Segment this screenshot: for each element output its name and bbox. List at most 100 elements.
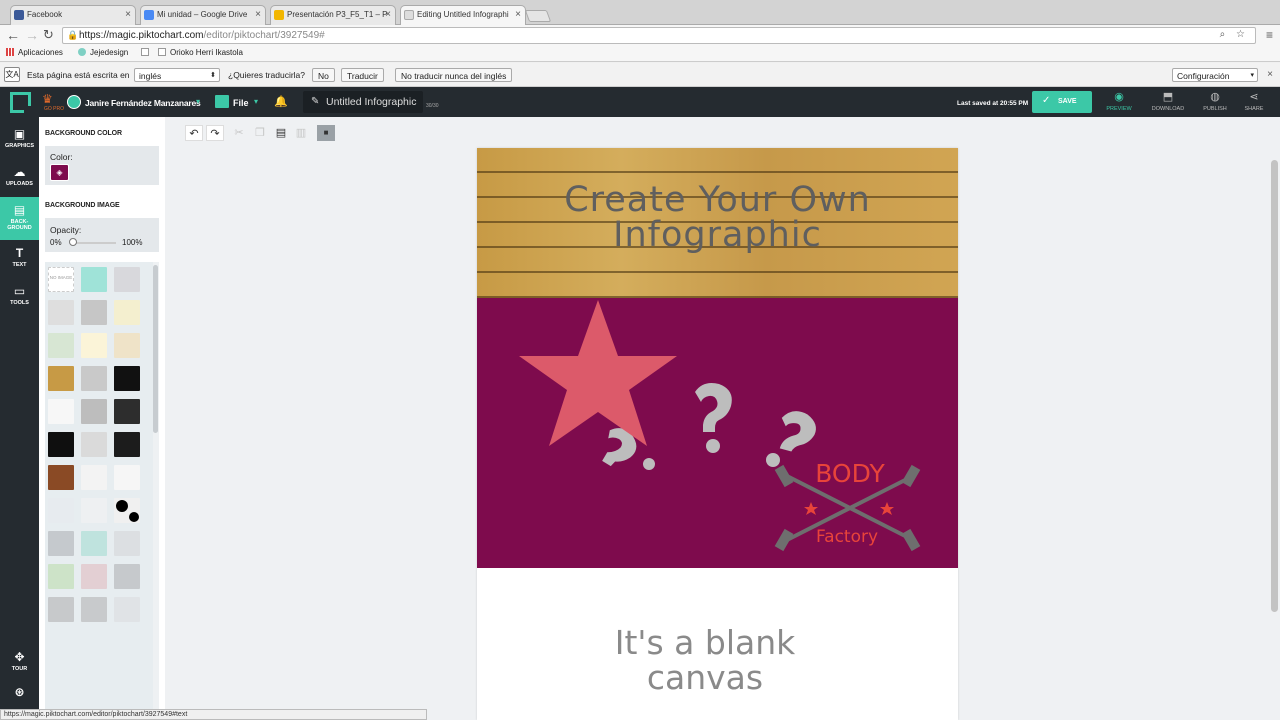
background-thumbnail[interactable] <box>48 432 74 457</box>
nav-tour[interactable]: ✥ TOUR <box>0 644 39 682</box>
background-thumbnail[interactable] <box>81 267 107 292</box>
close-icon[interactable]: × <box>385 9 391 20</box>
browser-tab-drive[interactable]: Mi unidad – Google Drive × <box>140 5 266 25</box>
chevron-down-icon[interactable]: ▾ <box>196 97 200 106</box>
redo-icon[interactable]: ↷ <box>206 125 224 141</box>
nav-background[interactable]: ▤ BACK- GROUND <box>0 197 44 240</box>
background-thumbnail[interactable] <box>48 333 74 358</box>
document-title[interactable]: Untitled Infographic <box>326 96 416 108</box>
go-pro-badge[interactable]: GO PRO <box>44 106 64 112</box>
background-thumbnail[interactable] <box>114 498 140 523</box>
search-icon[interactable]: ⌕ ☆ <box>1220 29 1249 40</box>
infographic-title[interactable]: Create Your Own Infographic <box>477 183 958 253</box>
avatar[interactable] <box>67 95 81 109</box>
color-swatch[interactable]: ◈ <box>50 164 69 181</box>
chrome-menu-icon[interactable]: ≡ <box>1266 28 1273 42</box>
publish-button[interactable]: ◍ PUBLISH <box>1195 91 1235 112</box>
background-thumbnail[interactable] <box>114 432 140 457</box>
browser-tab-facebook[interactable]: Facebook × <box>10 5 136 25</box>
url-bar[interactable]: 🔒 https://magic.piktochart.com/editor/pi… <box>62 27 1256 44</box>
preview-button[interactable]: ◉ PREVIEW <box>1099 91 1139 112</box>
question-mark-graphic[interactable] <box>695 383 732 453</box>
piktochart-logo[interactable] <box>10 92 31 113</box>
file-icon[interactable] <box>215 95 229 108</box>
nav-text[interactable]: T TEXT <box>0 240 39 278</box>
bookmark-blank[interactable] <box>141 48 153 57</box>
question-mark-graphic[interactable] <box>766 407 820 467</box>
background-thumbnail[interactable] <box>81 333 107 358</box>
language-select[interactable]: inglés ⬍ <box>134 68 220 82</box>
file-menu[interactable]: File <box>233 98 249 108</box>
background-thumbnail[interactable] <box>114 465 140 490</box>
bell-icon[interactable]: 🔔 <box>274 95 288 108</box>
share-button[interactable]: ⋖ SHARE <box>1234 91 1274 112</box>
background-thumbnail[interactable] <box>114 597 140 622</box>
background-thumbnail[interactable] <box>81 465 107 490</box>
nav-graphics[interactable]: ▣ GRAPHICS <box>0 121 39 159</box>
browser-tab-piktochart[interactable]: Editing Untitled Infographi × <box>400 5 526 26</box>
background-thumbnail[interactable] <box>114 399 140 424</box>
browser-tab-presentation[interactable]: Presentación P3_F5_T1 – P × <box>270 5 396 25</box>
user-name[interactable]: Janire Fernández Manzanares <box>85 98 201 108</box>
background-thumbnail[interactable] <box>48 498 74 523</box>
background-thumbnail[interactable] <box>48 300 74 325</box>
background-thumbnail[interactable] <box>81 597 107 622</box>
magenta-block[interactable]: BODY Factory <box>477 298 958 568</box>
background-thumbnail[interactable] <box>48 597 74 622</box>
crown-icon[interactable]: ♛ <box>42 93 53 105</box>
back-arrow-icon[interactable]: ← <box>6 28 20 42</box>
no-image-option[interactable]: NO IMAGE <box>48 267 74 292</box>
background-thumbnail[interactable] <box>114 564 140 589</box>
copy-icon[interactable]: ❐ <box>251 125 269 141</box>
background-thumbnail[interactable] <box>81 399 107 424</box>
background-thumbnail[interactable] <box>81 432 107 457</box>
close-icon[interactable]: × <box>125 9 131 20</box>
paste-icon[interactable]: ▤ <box>272 125 290 141</box>
background-thumbnail[interactable] <box>48 564 74 589</box>
translate-button[interactable]: Traducir <box>341 68 384 82</box>
nav-tools[interactable]: ▭ TOOLS <box>0 278 39 316</box>
background-thumbnail[interactable] <box>81 366 107 391</box>
background-thumbnail[interactable] <box>114 366 140 391</box>
panel-scrollbar[interactable] <box>153 265 158 433</box>
background-thumbnail[interactable] <box>81 498 107 523</box>
reload-icon[interactable]: ↻ <box>43 28 54 42</box>
translate-settings-select[interactable]: Configuración ▾ <box>1172 68 1258 82</box>
save-button[interactable]: ✓ SAVE <box>1032 91 1092 113</box>
background-thumbnail[interactable] <box>114 333 140 358</box>
close-icon[interactable]: × <box>1267 69 1273 80</box>
background-thumbnail[interactable] <box>114 300 140 325</box>
bookmark-jejedesign[interactable]: Jejedesign <box>78 48 128 57</box>
background-thumbnail[interactable] <box>81 300 107 325</box>
arrange-icon[interactable]: ■ <box>317 125 335 141</box>
opacity-slider[interactable] <box>71 242 116 244</box>
background-thumbnail[interactable] <box>48 465 74 490</box>
nav-uploads[interactable]: ☁ UPLOADS <box>0 159 39 197</box>
wood-header-block[interactable]: Create Your Own Infographic <box>477 148 958 298</box>
forward-arrow-icon[interactable]: → <box>25 28 39 42</box>
opacity-slider-handle[interactable] <box>69 238 77 246</box>
background-thumbnail[interactable] <box>48 399 74 424</box>
background-thumbnail[interactable] <box>81 564 107 589</box>
chevron-down-icon[interactable]: ▾ <box>254 97 258 106</box>
background-thumbnail[interactable] <box>48 531 74 556</box>
trash-icon[interactable]: ▥ <box>292 125 310 141</box>
background-thumbnail[interactable] <box>114 531 140 556</box>
cut-icon[interactable]: ✂ <box>230 125 248 141</box>
infographic-canvas[interactable]: Create Your Own Infographic BODY Factory… <box>477 148 958 720</box>
no-button[interactable]: No <box>312 68 335 82</box>
canvas-scrollbar[interactable] <box>1271 160 1278 612</box>
new-tab-button[interactable] <box>524 10 552 22</box>
star-graphic[interactable] <box>519 300 677 446</box>
close-icon[interactable]: × <box>515 9 521 20</box>
bookmark-apps[interactable]: Aplicaciones <box>6 48 63 57</box>
background-thumbnail[interactable] <box>48 366 74 391</box>
download-button[interactable]: ⬒ DOWNLOAD <box>1148 91 1188 112</box>
blank-canvas-text[interactable]: It's a blank canvas <box>477 625 933 695</box>
bookmark-orioko[interactable]: Orioko Herri Ikastola <box>158 48 243 57</box>
undo-icon[interactable]: ↶ <box>185 125 203 141</box>
background-thumbnail[interactable] <box>114 267 140 292</box>
background-thumbnail[interactable] <box>81 531 107 556</box>
never-translate-button[interactable]: No traducir nunca del inglés <box>395 68 513 82</box>
close-icon[interactable]: × <box>255 9 261 20</box>
